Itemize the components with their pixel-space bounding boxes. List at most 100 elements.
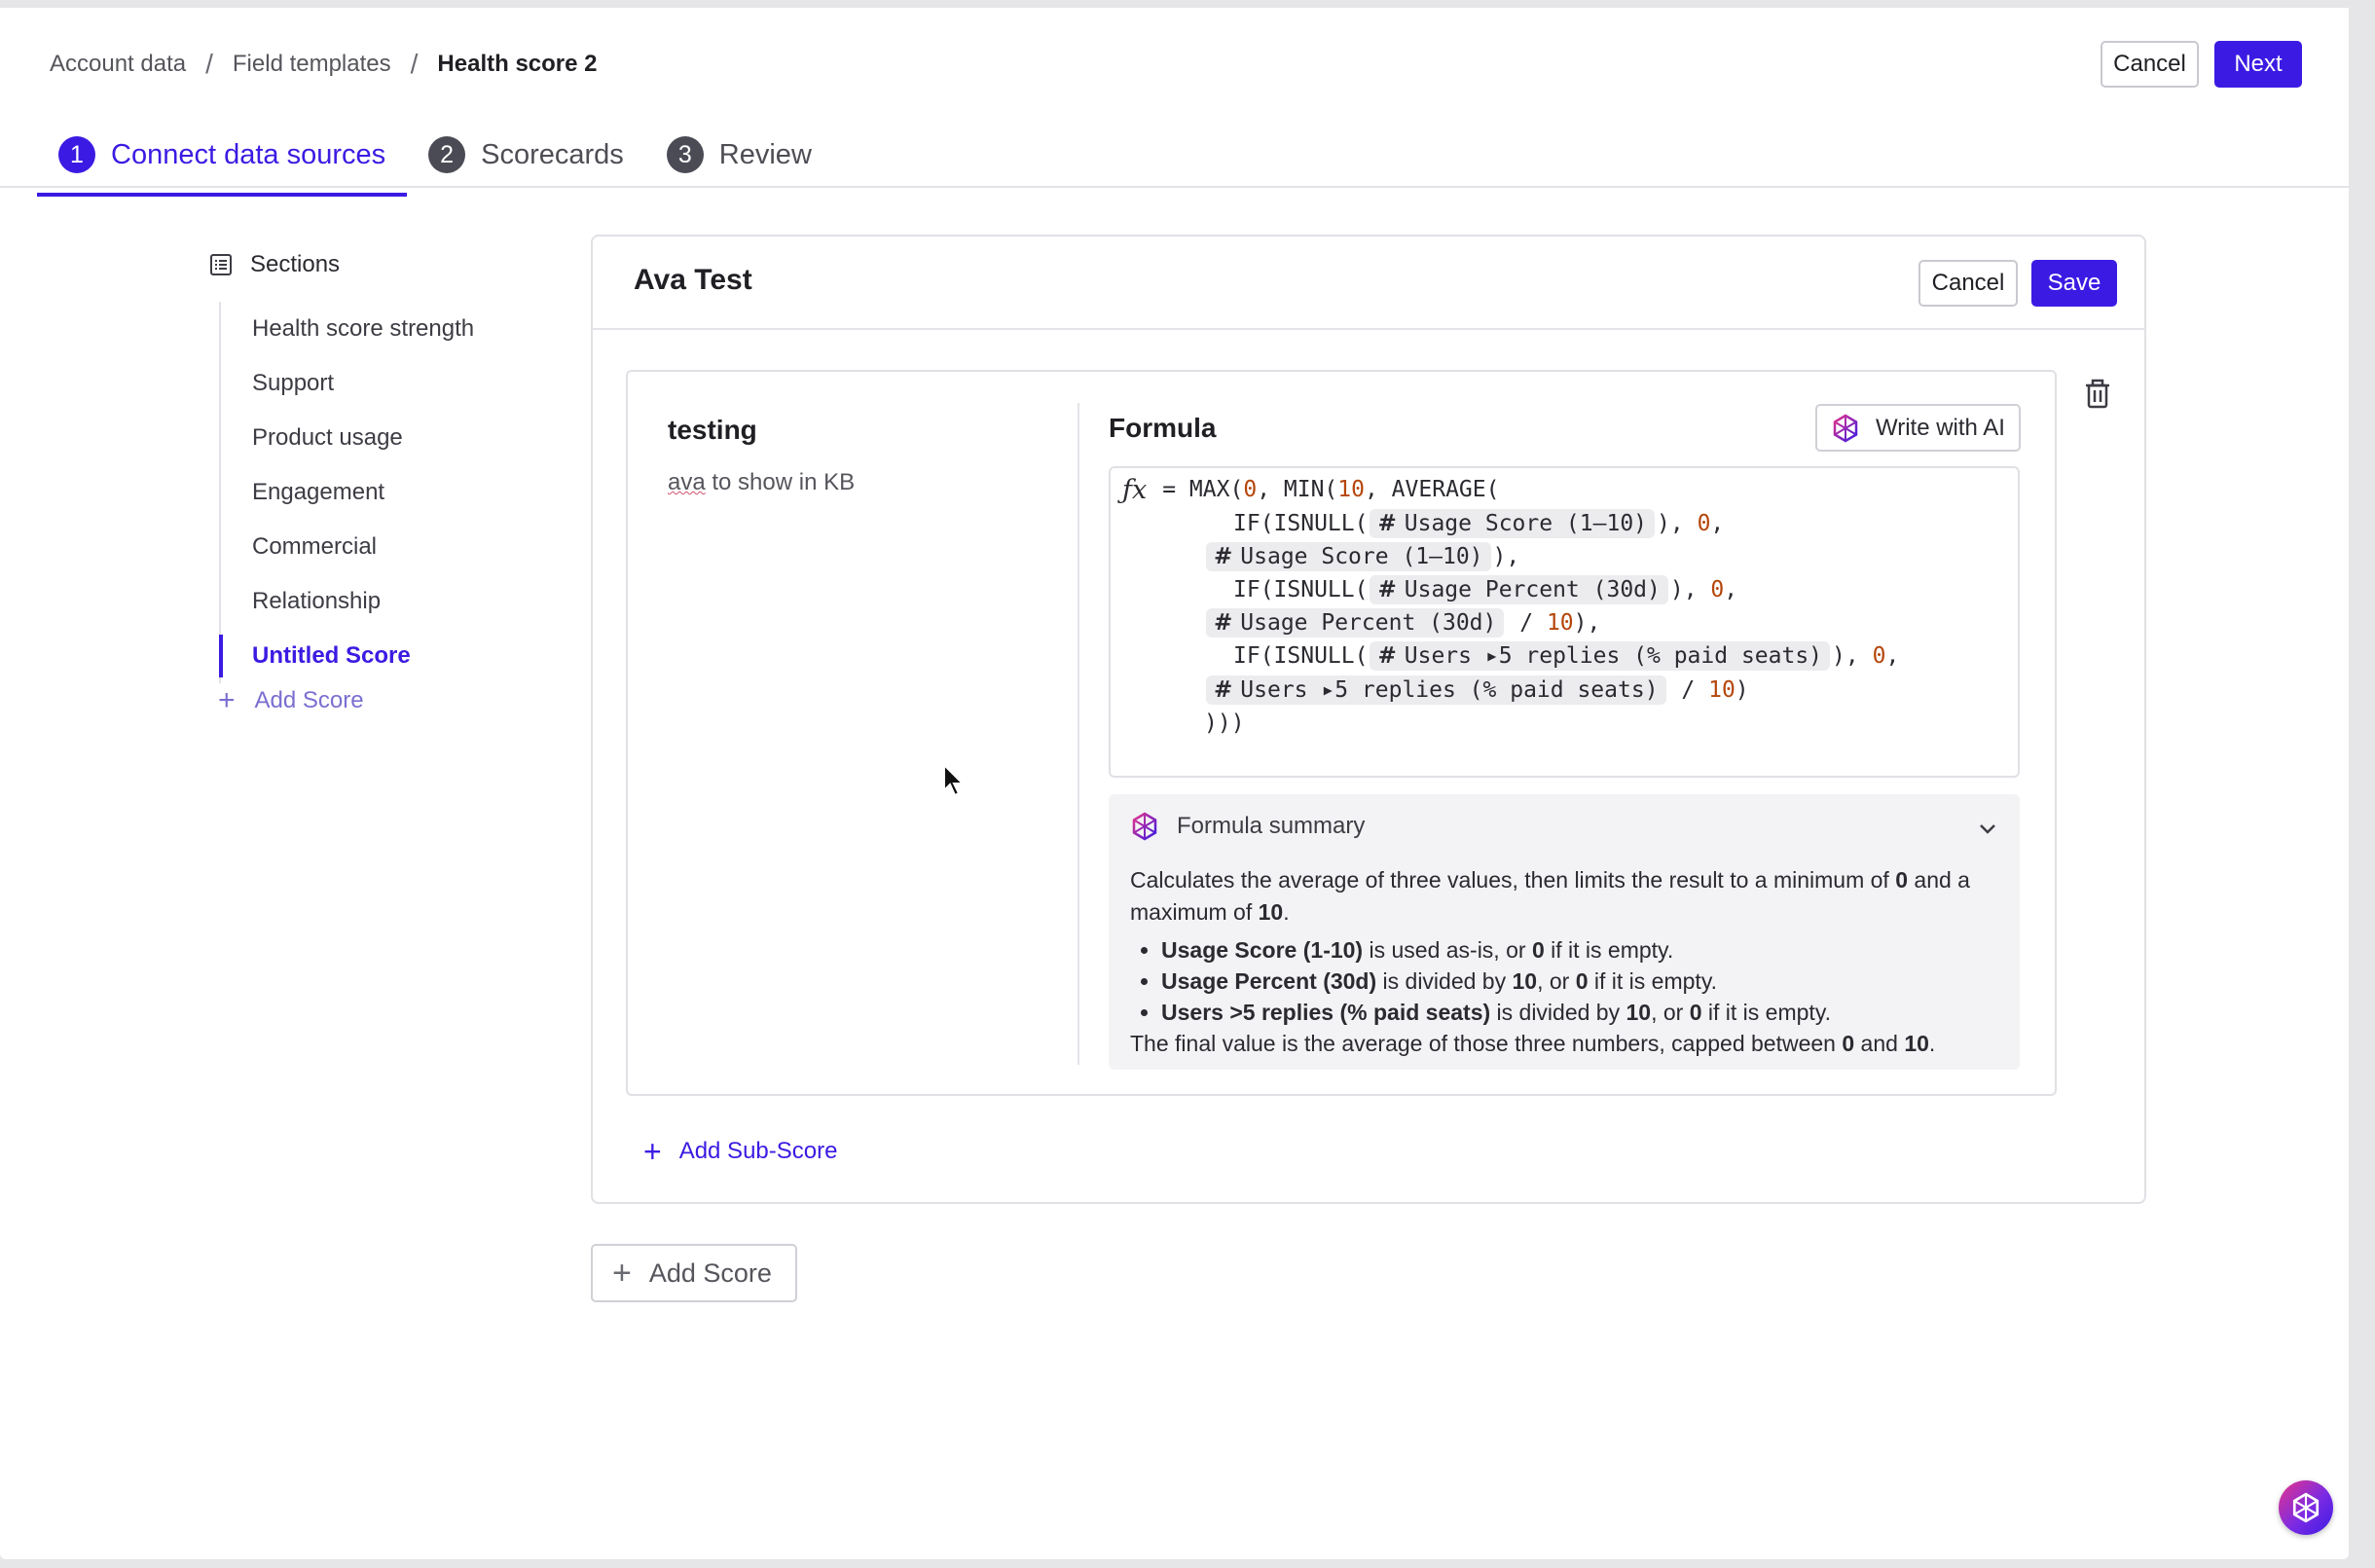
card-header: Ava Test Cancel Save bbox=[593, 237, 2144, 330]
sidebar-item-commercial[interactable]: Commercial bbox=[221, 520, 542, 574]
chevron-down-icon[interactable] bbox=[1977, 818, 1998, 839]
tab-scorecards[interactable]: 2 Scorecards bbox=[407, 117, 645, 193]
summary-bullet: Usage Score (1-10) is used as-is, or 0 i… bbox=[1161, 934, 1996, 966]
add-sub-score-label: Add Sub-Score bbox=[678, 1138, 838, 1164]
summary-text: is used as-is, or bbox=[1363, 937, 1532, 963]
field-chip-users-replies[interactable]: # Users ▸5 replies (% paid seats) bbox=[1370, 641, 1831, 671]
summary-bullet: Usage Percent (30d) is divided by 10, or… bbox=[1161, 966, 1996, 997]
hash-icon: # bbox=[1214, 677, 1233, 703]
summary-text: The final value is the average of those … bbox=[1130, 1031, 1843, 1056]
vertical-divider bbox=[1078, 403, 1079, 1065]
step-number: 1 bbox=[58, 136, 95, 173]
subscore-name[interactable]: testing bbox=[668, 415, 757, 446]
header-cancel-button[interactable]: Cancel bbox=[2101, 41, 2199, 88]
sidebar-item-engagement[interactable]: Engagement bbox=[221, 465, 542, 520]
sections-list-icon bbox=[210, 254, 232, 275]
code-token: ), bbox=[1669, 577, 1711, 602]
step-number: 3 bbox=[666, 136, 704, 173]
formula-line: IF(ISNULL(# Usage Score (1–10)), 0, bbox=[1233, 507, 1724, 540]
app-window: Account data / Field templates / Health … bbox=[0, 8, 2349, 1559]
code-token: , bbox=[1885, 643, 1900, 669]
summary-text: , or bbox=[1537, 968, 1576, 994]
formula-line: IF(ISNULL(# Usage Percent (30d)), 0, bbox=[1233, 573, 1737, 606]
card-cancel-button[interactable]: Cancel bbox=[1918, 260, 2018, 307]
formula-summary-title: Formula summary bbox=[1177, 813, 1366, 839]
summary-text: Calculates the average of three values, … bbox=[1130, 867, 1896, 893]
write-with-ai-label: Write with AI bbox=[1876, 414, 2005, 441]
summary-text: . bbox=[1928, 1031, 1936, 1056]
number-token: 10 bbox=[1337, 477, 1365, 502]
assistant-fab[interactable] bbox=[2279, 1480, 2333, 1535]
code-token: ))) bbox=[1204, 711, 1245, 736]
summary-intro: Calculates the average of three values, … bbox=[1130, 864, 1996, 929]
score-card: Ava Test Cancel Save testing ava to show… bbox=[591, 235, 2146, 1204]
step-number: 2 bbox=[428, 136, 466, 173]
field-chip-usage-percent[interactable]: # Usage Percent (30d) bbox=[1206, 608, 1505, 638]
field-chip-usage-score[interactable]: # Usage Score (1–10) bbox=[1370, 509, 1656, 538]
subscore-description[interactable]: ava to show in KB bbox=[668, 469, 855, 496]
code-token: = MAX( bbox=[1162, 477, 1244, 502]
code-token: , bbox=[1724, 577, 1738, 602]
save-button[interactable]: Save bbox=[2031, 260, 2117, 307]
formula-line: # Users ▸5 replies (% paid seats) / 10) bbox=[1204, 674, 1749, 707]
summary-value: 0 bbox=[1689, 1000, 1702, 1025]
number-token: 0 bbox=[1710, 577, 1725, 602]
field-name: Usage Score (1–10) bbox=[1404, 511, 1648, 536]
code-token: / bbox=[1667, 677, 1709, 703]
formula-line: # Usage Percent (30d) / 10), bbox=[1204, 606, 1600, 639]
summary-text: , or bbox=[1651, 1000, 1690, 1025]
breadcrumb-account-data[interactable]: Account data bbox=[50, 51, 186, 78]
breadcrumb-current: Health score 2 bbox=[437, 51, 598, 77]
sections-list: Health score strength Support Product us… bbox=[219, 302, 542, 683]
summary-value: 10 bbox=[1258, 899, 1284, 925]
breadcrumb-field-templates[interactable]: Field templates bbox=[233, 51, 391, 78]
summary-final: The final value is the average of those … bbox=[1130, 1028, 1996, 1060]
field-chip-usage-score[interactable]: # Usage Score (1–10) bbox=[1206, 542, 1491, 571]
breadcrumb-separator: / bbox=[205, 49, 213, 79]
summary-value: 10 bbox=[1904, 1031, 1929, 1056]
number-token: 10 bbox=[1708, 677, 1736, 703]
summary-text: . bbox=[1283, 899, 1290, 925]
formula-editor[interactable]: ƒx = MAX(0, MIN(10, AVERAGE( IF(ISNULL(# U… bbox=[1109, 466, 2020, 778]
summary-value: 0 bbox=[1842, 1031, 1855, 1056]
code-token: IF(ISNULL( bbox=[1233, 511, 1369, 536]
step-tabs: 1 Connect data sources 2 Scorecards 3 Re… bbox=[37, 117, 833, 197]
sidebar-item-health-score-strength[interactable]: Health score strength bbox=[221, 302, 542, 356]
add-sub-score-button[interactable]: + Add Sub-Score bbox=[643, 1136, 837, 1167]
sidebar-item-relationship[interactable]: Relationship bbox=[221, 574, 542, 629]
field-name: Usage Percent (30d) bbox=[1240, 610, 1497, 636]
number-token: 0 bbox=[1697, 511, 1711, 536]
trash-icon[interactable] bbox=[2081, 378, 2114, 411]
sidebar-item-untitled-score[interactable]: Untitled Score bbox=[219, 629, 542, 683]
subscore-panel: testing ava to show in KB Formula Write … bbox=[626, 370, 2057, 1096]
number-token: 0 bbox=[1243, 477, 1258, 502]
tab-review[interactable]: 3 Review bbox=[645, 117, 833, 193]
formula-line: IF(ISNULL(# Users ▸5 replies (% paid seat… bbox=[1233, 639, 1899, 673]
formula-summary-body: Calculates the average of three values, … bbox=[1130, 864, 1996, 1060]
sidebar-item-product-usage[interactable]: Product usage bbox=[221, 411, 542, 465]
field-chip-usage-percent[interactable]: # Usage Percent (30d) bbox=[1370, 575, 1668, 604]
formula-line: # Usage Score (1–10)), bbox=[1204, 540, 1519, 573]
function-icon: ƒx bbox=[1122, 474, 1148, 505]
top-bar: Account data / Field templates / Health … bbox=[0, 8, 2349, 197]
code-token: ) bbox=[1735, 677, 1749, 703]
plus-icon: + bbox=[612, 1255, 632, 1292]
write-with-ai-button[interactable]: Write with AI bbox=[1815, 404, 2021, 452]
next-button[interactable]: Next bbox=[2214, 41, 2302, 88]
summary-text: is divided by bbox=[1490, 1000, 1626, 1025]
tab-connect-data-sources[interactable]: 1 Connect data sources bbox=[37, 117, 408, 197]
add-score-button[interactable]: + Add Score bbox=[591, 1244, 797, 1302]
sidebar-item-support[interactable]: Support bbox=[221, 356, 542, 411]
summary-text: if it is empty. bbox=[1544, 937, 1674, 963]
summary-bullet: Users >5 replies (% paid seats) is divid… bbox=[1161, 997, 1996, 1028]
code-token: , AVERAGE( bbox=[1364, 477, 1500, 502]
summary-text: if it is empty. bbox=[1701, 1000, 1832, 1025]
formula-summary-header[interactable]: Formula summary bbox=[1130, 812, 1365, 841]
field-chip-users-replies[interactable]: # Users ▸5 replies (% paid seats) bbox=[1206, 675, 1666, 705]
sidebar-add-score-label: Add Score bbox=[254, 687, 364, 713]
summary-value: 10 bbox=[1626, 1000, 1652, 1025]
sidebar-add-score-button[interactable]: + Add Score bbox=[218, 686, 364, 715]
sections-title: Sections bbox=[250, 251, 341, 277]
code-token: ), bbox=[1492, 544, 1520, 569]
field-name: Usage Percent (30d) bbox=[1404, 577, 1661, 602]
